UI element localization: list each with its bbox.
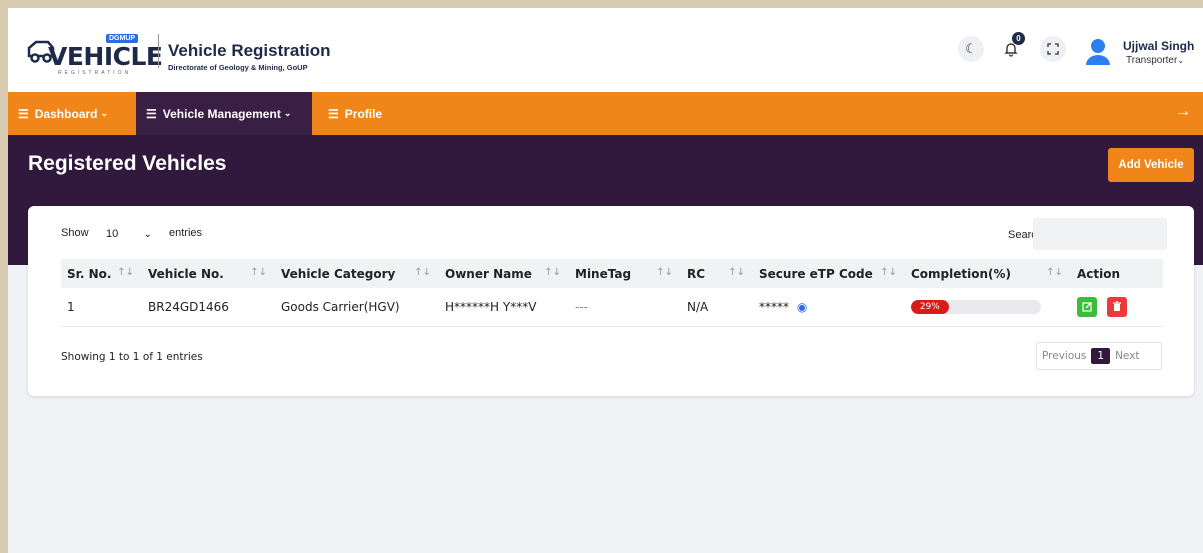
- masked-etp-code: *****: [759, 299, 789, 314]
- app-title: Vehicle Registration: [168, 41, 331, 60]
- user-avatar-icon[interactable]: [1083, 36, 1113, 66]
- column-header-owner-name[interactable]: Owner Name ↑↓: [439, 259, 569, 288]
- sort-icon: ↑↓: [656, 267, 673, 278]
- eye-icon[interactable]: ◉: [797, 300, 807, 314]
- nav-item-vehicle-management[interactable]: ☰ Vehicle Management ⌄: [136, 92, 312, 135]
- menu-stack-icon: ☰: [328, 106, 339, 121]
- previous-page-button[interactable]: Previous: [1037, 350, 1091, 362]
- notifications-button[interactable]: 0: [998, 32, 1025, 62]
- column-header-completion[interactable]: Completion(%) ↑↓: [905, 259, 1071, 288]
- cell-vehicle-no: BR24GD1466: [148, 299, 229, 314]
- entries-select[interactable]: 10 ⌄: [98, 222, 160, 246]
- moon-icon: ☾: [965, 41, 977, 56]
- nav-item-profile[interactable]: ☰ Profile: [318, 92, 392, 135]
- trash-icon: [1112, 301, 1121, 312]
- sort-icon: ↑↓: [880, 267, 897, 278]
- completion-progress-bar: 29%: [911, 299, 1041, 314]
- next-page-button[interactable]: Next: [1110, 350, 1144, 362]
- cell-minetag: ---: [575, 299, 588, 314]
- chevron-down-icon: ⌄: [143, 228, 152, 240]
- cell-completion: 29%: [905, 288, 1071, 326]
- chevron-down-icon: ⌄: [1177, 56, 1185, 65]
- column-header-vehicle-category[interactable]: Vehicle Category ↑↓: [275, 259, 439, 288]
- nav-item-label: Profile: [344, 106, 383, 121]
- edit-button[interactable]: [1077, 296, 1097, 317]
- fullscreen-button[interactable]: [1040, 36, 1066, 62]
- pagination: Previous 1 Next: [1036, 342, 1162, 370]
- cell-owner-name: H******H Y***V: [445, 299, 537, 314]
- page-title: Registered Vehicles: [28, 152, 227, 175]
- cell-rc: N/A: [687, 299, 709, 314]
- sort-icon: ↑↓: [250, 267, 267, 278]
- cell-vehicle-category: Goods Carrier(HGV): [281, 299, 400, 314]
- table-header-row: Sr. No. ↑↓ Vehicle No. ↑↓ Vehicle Category…: [61, 259, 1163, 288]
- logo-subtext: REGISTRATION: [58, 70, 132, 76]
- add-vehicle-button[interactable]: Add Vehicle: [1108, 148, 1194, 182]
- column-header-rc[interactable]: RC ↑↓: [681, 259, 753, 288]
- logo-wordmark: VEHICLE: [48, 42, 163, 71]
- header-divider: [158, 34, 159, 68]
- main-nav: ☰ Dashboard ⌄ ☰ Vehicle Management ⌄ ☰ P…: [8, 92, 1203, 135]
- table-info: Showing 1 to 1 of 1 entries: [61, 351, 203, 363]
- entries-value: 10: [106, 228, 119, 240]
- page-1-button[interactable]: 1: [1091, 348, 1111, 364]
- nav-item-label: Dashboard: [34, 106, 98, 121]
- show-label: Show: [61, 227, 89, 239]
- arrow-right-icon[interactable]: →: [1175, 103, 1191, 121]
- column-header-action: Action: [1077, 266, 1121, 281]
- dark-mode-toggle[interactable]: ☾: [958, 36, 984, 62]
- nav-item-dashboard[interactable]: ☰ Dashboard ⌄: [8, 92, 118, 135]
- nav-item-label: Vehicle Management: [162, 106, 281, 121]
- app-frame: DGMUP VEHICLE REGISTRATION Vehicle Regis…: [8, 8, 1203, 553]
- menu-stack-icon: ☰: [18, 106, 29, 121]
- sort-icon: ↑↓: [544, 267, 561, 278]
- completion-progress-fill: 29%: [911, 299, 949, 314]
- vehicles-card: Show 10 ⌄ entries Search: Sr. No. ↑↓ Vehi…: [28, 206, 1194, 396]
- cell-action: [1071, 288, 1163, 326]
- cell-secure-etp-code: ***** ◉: [753, 288, 905, 326]
- completion-label: 29%: [919, 301, 940, 312]
- sort-icon: ↑↓: [728, 267, 745, 278]
- vehicles-table: Sr. No. ↑↓ Vehicle No. ↑↓ Vehicle Category…: [61, 259, 1163, 327]
- app-subtitle: Directorate of Geology & Mining, GoUP: [168, 63, 308, 72]
- column-header-minetag[interactable]: MineTag ↑↓: [569, 259, 681, 288]
- cell-sr-no: 1: [67, 299, 75, 314]
- chevron-down-icon: ⌄: [283, 108, 292, 118]
- column-header-vehicle-no[interactable]: Vehicle No. ↑↓: [142, 259, 275, 288]
- top-header: DGMUP VEHICLE REGISTRATION Vehicle Regis…: [8, 8, 1203, 92]
- notification-count-badge: 0: [1012, 32, 1025, 45]
- column-header-sr-no[interactable]: Sr. No. ↑↓: [61, 259, 142, 288]
- delete-button[interactable]: [1106, 296, 1127, 317]
- user-role: Transporter: [1126, 55, 1178, 66]
- fullscreen-icon: [1047, 43, 1059, 55]
- sort-icon: ↑↓: [414, 267, 431, 278]
- edit-icon: [1081, 302, 1092, 312]
- user-name[interactable]: Ujjwal Singh: [1123, 39, 1194, 53]
- entries-label: entries: [169, 227, 203, 239]
- search-input[interactable]: [1033, 218, 1167, 250]
- menu-stack-icon: ☰: [146, 106, 157, 121]
- app-logo[interactable]: DGMUP VEHICLE REGISTRATION: [26, 26, 163, 76]
- table-row: 1 BR24GD1466 Goods Carrier(HGV) H******H…: [61, 288, 1163, 326]
- user-role-dropdown[interactable]: Transporter⌄: [1126, 55, 1184, 66]
- chevron-down-icon: ⌄: [100, 108, 108, 118]
- column-header-secure-etp-code[interactable]: Secure eTP Code ↑↓: [753, 259, 905, 288]
- sort-icon: ↑↓: [1046, 267, 1063, 278]
- sort-icon: ↑↓: [117, 267, 134, 278]
